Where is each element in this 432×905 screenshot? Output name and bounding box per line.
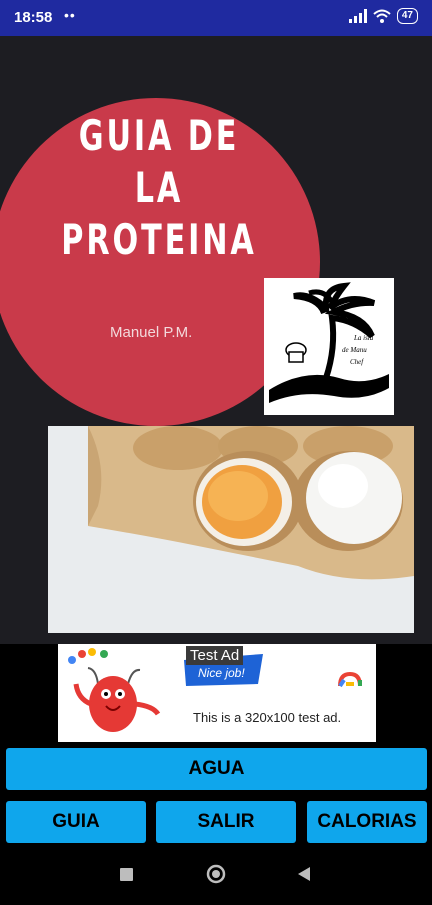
ad-badge: Nice job! <box>198 666 245 680</box>
title-line: LA <box>134 163 184 212</box>
chef-logo: La isla de Manu Chef <box>264 278 394 415</box>
cover-title: GUIA DE LA PROTEINA <box>0 110 318 266</box>
title-line: PROTEINA <box>61 215 257 264</box>
battery-icon: 47 <box>396 8 418 24</box>
guia-button[interactable]: GUIA <box>6 801 146 843</box>
calorias-button[interactable]: CALORIAS <box>307 801 427 843</box>
test-ad-label: Test Ad <box>186 646 244 665</box>
salir-button[interactable]: SALIR <box>156 801 296 843</box>
eggs-photo <box>48 426 414 633</box>
status-time: 18:58 <box>14 9 53 26</box>
palm-island-icon: La isla de Manu Chef <box>269 282 389 403</box>
logo-text: La isla <box>353 334 374 342</box>
title-line: GUIA DE <box>78 111 240 160</box>
book-cover: GUIA DE LA PROTEINA Manuel P.M. La isla … <box>0 36 432 644</box>
cover-author: Manuel P.M. <box>110 324 193 341</box>
back-icon[interactable] <box>298 867 310 881</box>
recents-icon[interactable] <box>120 868 133 881</box>
system-nav-bar <box>0 850 432 900</box>
status-bar: 18:58 •• 47 <box>0 0 432 36</box>
logo-text: de Manu <box>342 346 367 354</box>
status-icons: 47 <box>348 8 418 24</box>
wifi-icon <box>373 9 391 23</box>
notification-dots: •• <box>64 7 76 23</box>
agua-button[interactable]: AGUA <box>6 748 427 790</box>
signal-icon <box>348 9 367 23</box>
ad-description: This is a 320x100 test ad. <box>193 710 342 725</box>
logo-text: Chef <box>350 358 364 366</box>
